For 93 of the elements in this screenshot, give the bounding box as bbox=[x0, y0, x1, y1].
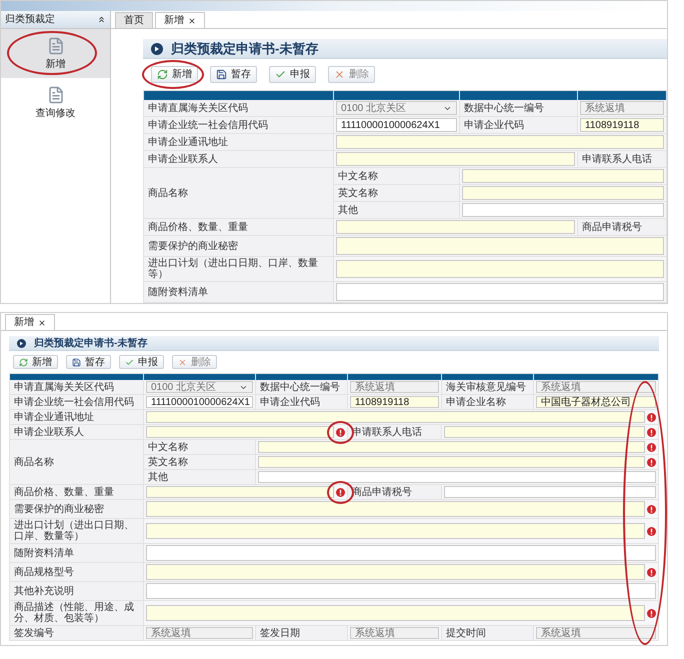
text-area[interactable] bbox=[146, 564, 645, 580]
field-label: 提交时间 bbox=[442, 626, 534, 641]
text-area[interactable] bbox=[146, 605, 645, 621]
field-label: 中文名称 bbox=[144, 440, 256, 455]
field-label: 英文名称 bbox=[144, 455, 256, 470]
toolbar-button[interactable]: 暂存 bbox=[210, 66, 257, 83]
field-label: 申请企业通讯地址 bbox=[10, 410, 144, 425]
toolbar-button[interactable]: 新增 bbox=[151, 66, 198, 83]
field-label: 商品描述（性能、用途、成分、材质、包装等） bbox=[10, 601, 144, 626]
close-icon[interactable] bbox=[38, 318, 46, 326]
input-field[interactable]: 1111000010000624X1 bbox=[146, 396, 253, 408]
field-label: 进出口计划（进出口日期、口岸、数量等） bbox=[144, 257, 334, 282]
field-label: 数据中心统一编号 bbox=[460, 100, 578, 117]
close-icon bbox=[334, 69, 345, 80]
input-field[interactable] bbox=[258, 441, 645, 453]
field-label: 申请企业名称 bbox=[442, 395, 534, 410]
field-label: 商品价格、数量、重量 bbox=[10, 485, 144, 500]
toolbar-button[interactable]: 申报 bbox=[269, 66, 316, 83]
field-label: 其他 bbox=[334, 202, 460, 219]
field-label: 申请直属海关关区代码 bbox=[144, 100, 334, 117]
document-icon bbox=[46, 86, 64, 104]
input-field[interactable]: 中国电子器材总公司 bbox=[536, 396, 656, 408]
field-label: 中文名称 bbox=[334, 168, 460, 185]
field-label: 签发日期 bbox=[256, 626, 348, 641]
field-label: 商品名称 bbox=[10, 440, 144, 485]
close-icon[interactable] bbox=[188, 16, 196, 24]
input-field[interactable] bbox=[462, 169, 664, 183]
form-title: 归类预裁定申请书-未暂存 bbox=[34, 338, 148, 348]
field-label: 申请企业代码 bbox=[460, 117, 578, 134]
toolbar-button[interactable]: 暂存 bbox=[66, 355, 111, 369]
tab[interactable]: 新增 bbox=[5, 314, 55, 330]
input-field[interactable] bbox=[258, 471, 656, 483]
check-icon bbox=[275, 69, 286, 80]
field-label: 需要保护的商业秘密 bbox=[144, 236, 334, 257]
field-label: 商品规格型号 bbox=[10, 563, 144, 582]
text-area[interactable] bbox=[146, 501, 645, 517]
text-area[interactable] bbox=[146, 583, 656, 599]
close-icon bbox=[178, 358, 187, 366]
floppy-icon bbox=[216, 69, 227, 80]
input-field[interactable] bbox=[146, 426, 334, 438]
text-area[interactable] bbox=[336, 283, 664, 301]
field-label: 商品名称 bbox=[144, 168, 334, 219]
field-label: 随附资料清单 bbox=[144, 282, 334, 303]
field-label: 申请企业联系人 bbox=[10, 425, 144, 440]
check-icon bbox=[125, 358, 134, 366]
text-area[interactable] bbox=[146, 523, 645, 539]
toolbar-button[interactable]: 申报 bbox=[119, 355, 164, 369]
tab[interactable]: 新增 bbox=[155, 12, 205, 28]
field-label: 随附资料清单 bbox=[10, 544, 144, 563]
input-field[interactable] bbox=[146, 411, 645, 423]
field-label: 商品价格、数量、重量 bbox=[144, 219, 334, 236]
text-area[interactable] bbox=[336, 237, 664, 255]
text-area[interactable] bbox=[146, 545, 656, 561]
field-label: 申请企业代码 bbox=[256, 395, 348, 410]
field-label: 数据中心统一编号 bbox=[256, 380, 348, 395]
input-field[interactable]: 1108919118 bbox=[580, 118, 664, 132]
document-icon bbox=[46, 37, 64, 55]
field-label: 申请联系人电话 bbox=[578, 151, 667, 168]
input-field[interactable] bbox=[258, 456, 645, 468]
toolbar-button[interactable]: 新增 bbox=[13, 355, 58, 369]
field-label: 海关审核意见编号 bbox=[442, 380, 534, 395]
field-label: 申请直属海关关区代码 bbox=[10, 380, 144, 395]
input-field[interactable] bbox=[336, 220, 575, 234]
field-label: 签发编号 bbox=[10, 626, 144, 641]
field-label: 申请企业联系人 bbox=[144, 151, 334, 168]
field-label: 其他 bbox=[144, 470, 256, 485]
input-field[interactable] bbox=[336, 152, 575, 166]
field-label: 申请企业统一社会信用代码 bbox=[10, 395, 144, 410]
sidebar-title: 归类预裁定 bbox=[5, 14, 55, 25]
field-label: 进出口计划（进出口日期、口岸、数量等） bbox=[10, 519, 144, 544]
field-label: 英文名称 bbox=[334, 185, 460, 202]
input-field[interactable] bbox=[146, 486, 334, 498]
input-field[interactable] bbox=[462, 203, 664, 217]
text-area[interactable] bbox=[336, 260, 664, 278]
input-field[interactable] bbox=[336, 135, 664, 149]
refresh-icon bbox=[19, 358, 28, 366]
circle-arrow-icon bbox=[17, 338, 26, 348]
field-label: 商品申请税号 bbox=[578, 219, 667, 236]
field-label: 申请企业统一社会信用代码 bbox=[144, 117, 334, 134]
input-field[interactable] bbox=[444, 486, 656, 498]
floppy-icon bbox=[72, 358, 81, 366]
field-label: 需要保护的商业秘密 bbox=[10, 500, 144, 519]
input-field[interactable]: 1111000010000624X1 bbox=[336, 118, 457, 132]
form-title: 归类预裁定申请书-未暂存 bbox=[171, 43, 318, 54]
collapse-icon[interactable] bbox=[97, 15, 106, 24]
refresh-icon bbox=[157, 69, 168, 80]
input-field[interactable] bbox=[462, 186, 664, 200]
field-label: 申请企业通讯地址 bbox=[144, 134, 334, 151]
input-field[interactable] bbox=[444, 426, 645, 438]
sidebar-item[interactable]: 新增 bbox=[1, 29, 110, 78]
tab[interactable]: 首页 bbox=[115, 12, 153, 28]
input-field[interactable]: 1108919118 bbox=[350, 396, 439, 408]
field-label: 其他补充说明 bbox=[10, 582, 144, 601]
